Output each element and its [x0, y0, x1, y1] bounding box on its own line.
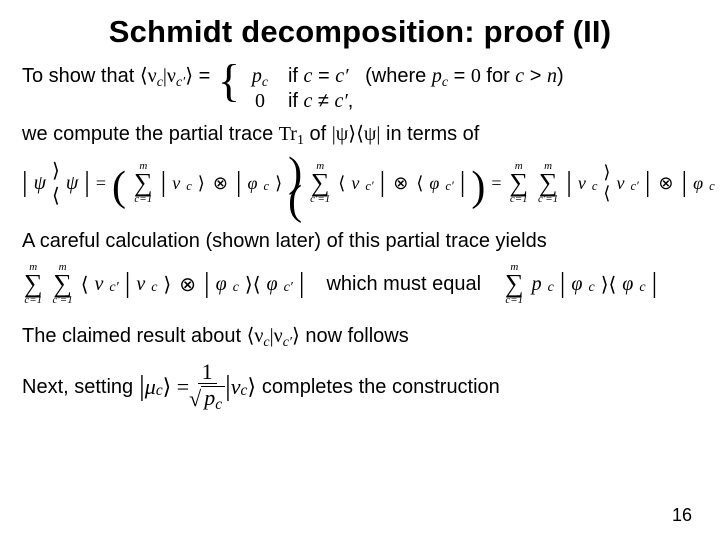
- case2-comma: ,: [348, 90, 354, 112]
- to-show-prefix: To show that: [22, 65, 140, 87]
- mu-definition: |μc⟩ = 1 √pc |νc⟩: [139, 363, 256, 411]
- slide-title: Schmidt decomposition: proof (II): [22, 14, 698, 50]
- equation-2-row: m∑c=1 m∑c'=1 ⟨νc′ |νc⟩ ⊗ |φc⟩⟨φc′| which…: [22, 262, 698, 306]
- sum-bot-4: c'=1: [538, 194, 558, 205]
- careful-calc-line: A careful calculation (shown later) of t…: [22, 229, 698, 254]
- equation-1: |ψ ⟩⟨ψ| = ( m∑c=1 |νc⟩⊗|φc⟩ )( m∑c'=1 ⟨ν…: [22, 155, 698, 211]
- sum-bot-6: c'=1: [53, 295, 73, 306]
- line5a: Next, setting: [22, 375, 133, 400]
- next-setting-line: Next, setting |μc⟩ = 1 √pc |νc⟩ complete…: [22, 363, 698, 411]
- to-show-line: To show that ⟨νc|νc′⟩ = { pc if c = c′ (…: [22, 64, 698, 114]
- line4b: now follows: [300, 325, 409, 347]
- case1-if: if: [288, 65, 304, 87]
- which-must-equal: which must equal: [326, 273, 481, 296]
- claimed-result-line: The claimed result about ⟨νc|νc′⟩ now fo…: [22, 324, 698, 349]
- sum-bot-1: c=1: [134, 194, 152, 205]
- case2-val: 0: [244, 89, 276, 114]
- sum-bot-3: c=1: [510, 194, 528, 205]
- brace-icon: {: [218, 62, 240, 100]
- partial-trace-line: we compute the partial trace Tr1 of |ψ⟩⟨…: [22, 122, 698, 147]
- line4a: The claimed result about: [22, 325, 247, 347]
- sum-bot-7: c=1: [505, 295, 523, 306]
- case2-if: if: [288, 90, 304, 112]
- case1-eq: =: [312, 65, 335, 87]
- page-number: 16: [672, 505, 692, 526]
- case2-neq: ≠: [312, 90, 334, 112]
- case1-where: (where pc = 0 for c > n): [348, 65, 563, 87]
- line2a: we compute the partial trace: [22, 123, 279, 145]
- line5b: completes the construction: [262, 375, 500, 400]
- line2b: of |ψ⟩⟨ψ| in terms of: [304, 123, 479, 145]
- sum-bot-5: c=1: [24, 295, 42, 306]
- sum-bot-2: c'=1: [310, 194, 330, 205]
